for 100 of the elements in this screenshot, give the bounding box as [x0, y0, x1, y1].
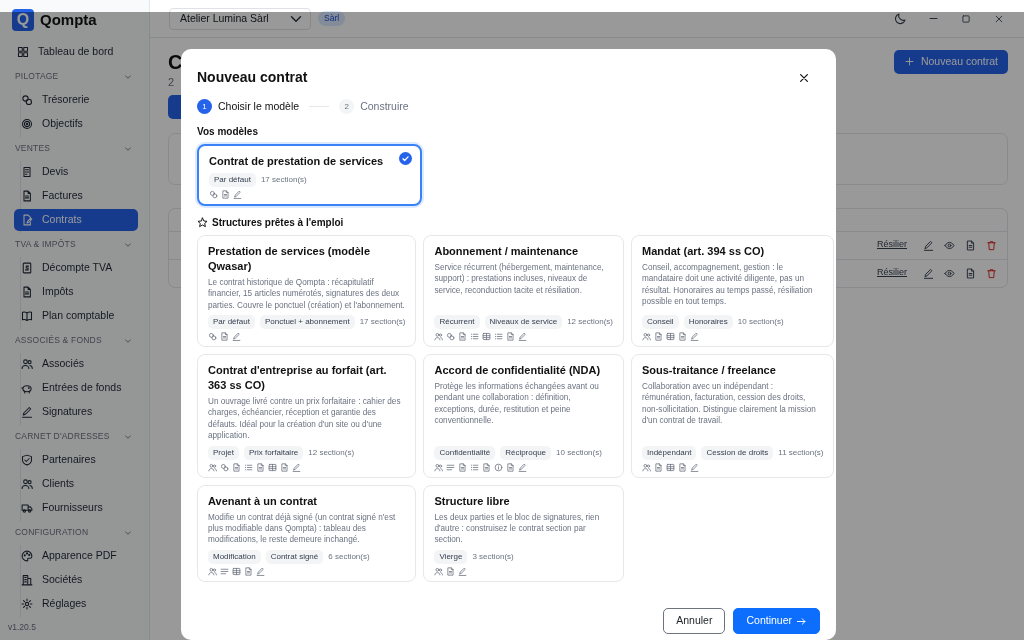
section-header[interactable]: ASSOCIÉS & FONDS: [15, 329, 133, 352]
sidebar-item[interactable]: Impôts: [14, 280, 138, 303]
list-icon: [494, 331, 504, 341]
section-header[interactable]: VENTES: [15, 137, 133, 160]
close-icon: [994, 13, 1004, 24]
tag: Par défaut: [209, 172, 256, 187]
sidebar-item[interactable]: Décompte TVA: [14, 256, 138, 279]
sidebar-item[interactable]: Réglages: [14, 592, 138, 615]
people-icon: [208, 462, 217, 472]
sidebar-item[interactable]: Plan comptable: [14, 304, 138, 327]
template-description: Modifie un contrat déjà signé (un contrat signé n'est plus modifiable dans Qompta) : tableau des modifications, le reste demeure inchangé.: [208, 511, 397, 546]
template-card[interactable]: [630, 353, 835, 478]
sidebar-item[interactable]: Associés: [14, 352, 138, 375]
table-icon: [232, 566, 241, 576]
template-title: Sous-traitance / freelance: [641, 362, 777, 378]
company-type-badge: Sàrl: [318, 11, 346, 26]
people-icon: [641, 331, 651, 341]
continue-button[interactable]: Continuer: [733, 608, 820, 634]
template-description: Conseil, accompagnement, gestion : le mandataire doit une activité diligente, pas un résultat. Honoraires au temps passé, résiliation possible en tout temps.: [641, 261, 814, 308]
section-header[interactable]: CARNET D'ADRESSES: [15, 425, 133, 448]
cancel-button[interactable]: Annuler: [663, 608, 726, 634]
sidebar-item[interactable]: Entrées de fonds: [14, 376, 138, 399]
template-card[interactable]: Avenant à un contrat Modifie un contrat déjà signé (un contrat signé n'est plus modifiable dans Qompta) : tableau des modifications, le reste demeure inchangé. Modification Contrat signé 6 section(s): [197, 484, 417, 582]
table-icon: [268, 462, 277, 472]
sidebar-item[interactable]: Contrats: [14, 208, 138, 231]
app-logo: Q: [12, 9, 34, 32]
sidebar-item[interactable]: Fournisseurs: [14, 496, 138, 519]
template-card[interactable]: Contrat de prestation de services Par défaut 17 section(s): [197, 143, 422, 206]
document-icon: [220, 331, 229, 341]
pen-icon: [923, 239, 934, 251]
document-icon: [221, 189, 230, 199]
template-title: Abonnement / maintenance: [434, 243, 580, 259]
template-card[interactable]: Structure libre Les deux parties et le bloc de signatures, rien d'autre : construisez le contrat section par section. Vierge 3 section(s): [423, 484, 624, 582]
terminate-link[interactable]: Résilier: [877, 266, 907, 280]
template-card[interactable]: [197, 353, 417, 478]
arrow-right-icon: [796, 615, 807, 627]
info-icon: [494, 462, 504, 472]
template-card[interactable]: [423, 353, 624, 478]
sidebar-item[interactable]: Clients: [14, 472, 138, 495]
version-label: v1.20.5: [7, 621, 37, 635]
template-card[interactable]: [197, 234, 417, 347]
document-icon: [653, 462, 663, 472]
star-icon: [197, 216, 208, 228]
tag: Vierge: [434, 549, 468, 564]
pen-icon: [232, 331, 241, 341]
sidebar-item[interactable]: Partenaires: [14, 448, 138, 471]
document-icon: [458, 462, 468, 472]
pen-icon: [256, 566, 265, 576]
step-label: Construire: [360, 99, 409, 114]
section-title: Structures prêtes à l'emploi: [212, 215, 344, 230]
close-icon: [798, 71, 810, 84]
tag: Modification: [208, 549, 261, 564]
template-title: Contrat de prestation de services: [209, 153, 385, 169]
sidebar-item[interactable]: Objectifs: [14, 112, 138, 135]
sidebar-item[interactable]: Apparence PDF: [14, 544, 138, 567]
sidebar-item[interactable]: Devis: [14, 160, 138, 183]
people-icon: [434, 462, 444, 472]
document-icon: [256, 462, 265, 472]
trash-icon: [986, 267, 997, 279]
list-icon: [244, 462, 253, 472]
coins-icon: [446, 331, 456, 341]
tag: Réciproque: [500, 445, 552, 460]
template-card[interactable]: [423, 234, 624, 347]
receipt-icon: [21, 165, 33, 178]
building-icon: [21, 573, 33, 586]
pen-icon: [689, 462, 699, 472]
template-description: Service récurrent (hébergement, maintenance, support) : prestations incluses, niveaux de service, reconduction tacite et résiliation.: [434, 261, 605, 296]
template-card[interactable]: [630, 234, 835, 347]
coins-icon: [209, 189, 218, 199]
tag: Projet: [208, 445, 239, 460]
section-count: 12 section(s): [567, 315, 613, 328]
document-icon: [21, 285, 33, 298]
sidebar-item[interactable]: Factures: [14, 184, 138, 207]
sidebar-item[interactable]: Trésorerie: [14, 88, 138, 111]
template-title: Prestation de services (modèle Qwasar): [208, 243, 371, 274]
people-icon: [641, 462, 651, 472]
terminate-link[interactable]: Résilier: [877, 238, 907, 252]
document-icon: [446, 566, 456, 576]
truck-icon: [21, 501, 33, 514]
document-icon: [677, 331, 687, 341]
people-icon: [208, 566, 217, 576]
sidebar-item[interactable]: Sociétés: [14, 568, 138, 591]
section-header[interactable]: CONFIGURATION: [15, 521, 133, 544]
template-title: Mandat (art. 394 ss CO): [641, 243, 766, 259]
tag: Niveaux de service: [484, 314, 563, 329]
sidebar-item[interactable]: Signatures: [14, 400, 138, 423]
template-title: Avenant à un contrat: [208, 493, 318, 509]
tag: Indépendant: [641, 445, 697, 460]
document-icon: [506, 462, 516, 472]
section-header[interactable]: TVA & IMPÔTS: [15, 233, 133, 256]
sidebar-item[interactable]: Tableau de bord: [13, 40, 138, 63]
palette-icon: [21, 549, 33, 562]
check-icon: [399, 151, 412, 165]
company-select[interactable]: Atelier Lumina Sàrl: [169, 7, 311, 30]
tag: Conseil: [641, 314, 679, 329]
pen-icon: [923, 267, 934, 279]
maximize-icon: [961, 13, 971, 24]
section-header[interactable]: PILOTAGE: [15, 65, 133, 88]
new-contract-button[interactable]: Nouveau contrat: [893, 50, 1008, 74]
pen-icon: [518, 462, 528, 472]
